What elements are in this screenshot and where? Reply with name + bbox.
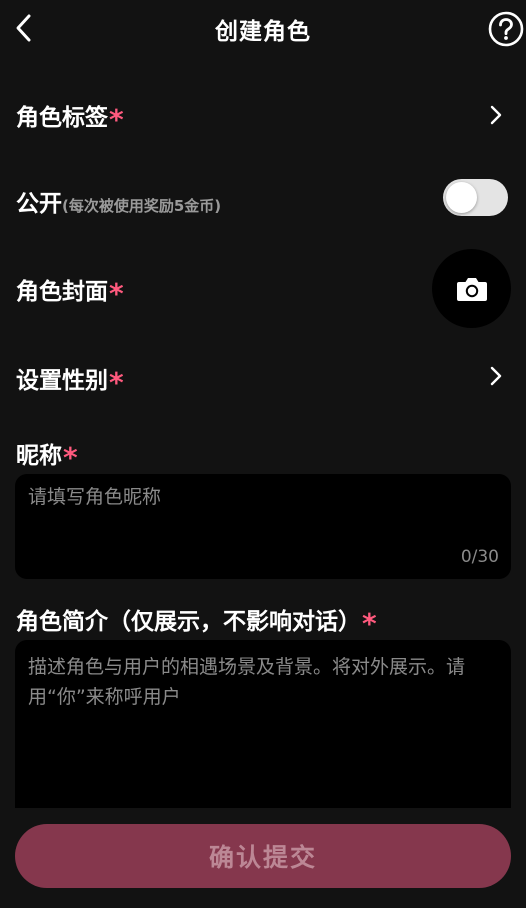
chevron-right-icon <box>490 105 502 125</box>
cover-label: 角色封面* <box>16 277 124 310</box>
intro-field <box>15 640 511 830</box>
camera-icon <box>456 277 487 301</box>
required-star: * <box>63 441 78 474</box>
question-circle-icon <box>488 11 524 47</box>
intro-textarea[interactable] <box>28 652 498 818</box>
chevron-right-icon <box>490 366 502 386</box>
public-toggle[interactable] <box>443 179 508 216</box>
cover-row: 角色封面* <box>0 249 526 329</box>
cover-upload-button[interactable] <box>432 249 511 328</box>
create-character-page: 创建角色 角色标签* 公开(每次被使用奖励5金币) 角色封面* 设置性别* 昵称… <box>0 0 526 908</box>
public-row: 公开(每次被使用奖励5金币) <box>0 176 526 222</box>
tags-label: 角色标签* <box>16 103 124 136</box>
required-star: * <box>109 366 124 399</box>
nickname-field: 0/30 <box>15 474 511 579</box>
tags-arrow[interactable] <box>488 105 504 125</box>
required-star: * <box>109 277 124 310</box>
required-star: * <box>362 607 377 640</box>
public-label: 公开(每次被使用奖励5金币) <box>16 191 222 217</box>
intro-label: 角色简介（仅展示，不影响对话）* <box>16 607 377 640</box>
intro-header: 角色简介（仅展示，不影响对话）* <box>0 600 526 640</box>
nickname-label: 昵称* <box>16 441 78 474</box>
required-star: * <box>109 103 124 136</box>
help-button[interactable] <box>488 11 524 47</box>
gender-arrow[interactable] <box>488 366 504 386</box>
gender-label: 设置性别* <box>16 366 124 399</box>
nickname-input[interactable] <box>28 486 498 508</box>
header: 创建角色 <box>0 0 526 58</box>
public-hint: (每次被使用奖励5金币) <box>62 197 222 215</box>
toggle-knob <box>446 182 477 213</box>
submit-bar: 确认提交 <box>0 808 526 908</box>
nickname-counter: 0/30 <box>460 547 499 567</box>
gender-row[interactable]: 设置性别* <box>0 355 526 401</box>
tags-row[interactable]: 角色标签* <box>0 92 526 138</box>
page-title: 创建角色 <box>215 19 311 45</box>
nickname-header: 昵称* <box>0 434 526 474</box>
submit-button[interactable]: 确认提交 <box>15 824 511 888</box>
